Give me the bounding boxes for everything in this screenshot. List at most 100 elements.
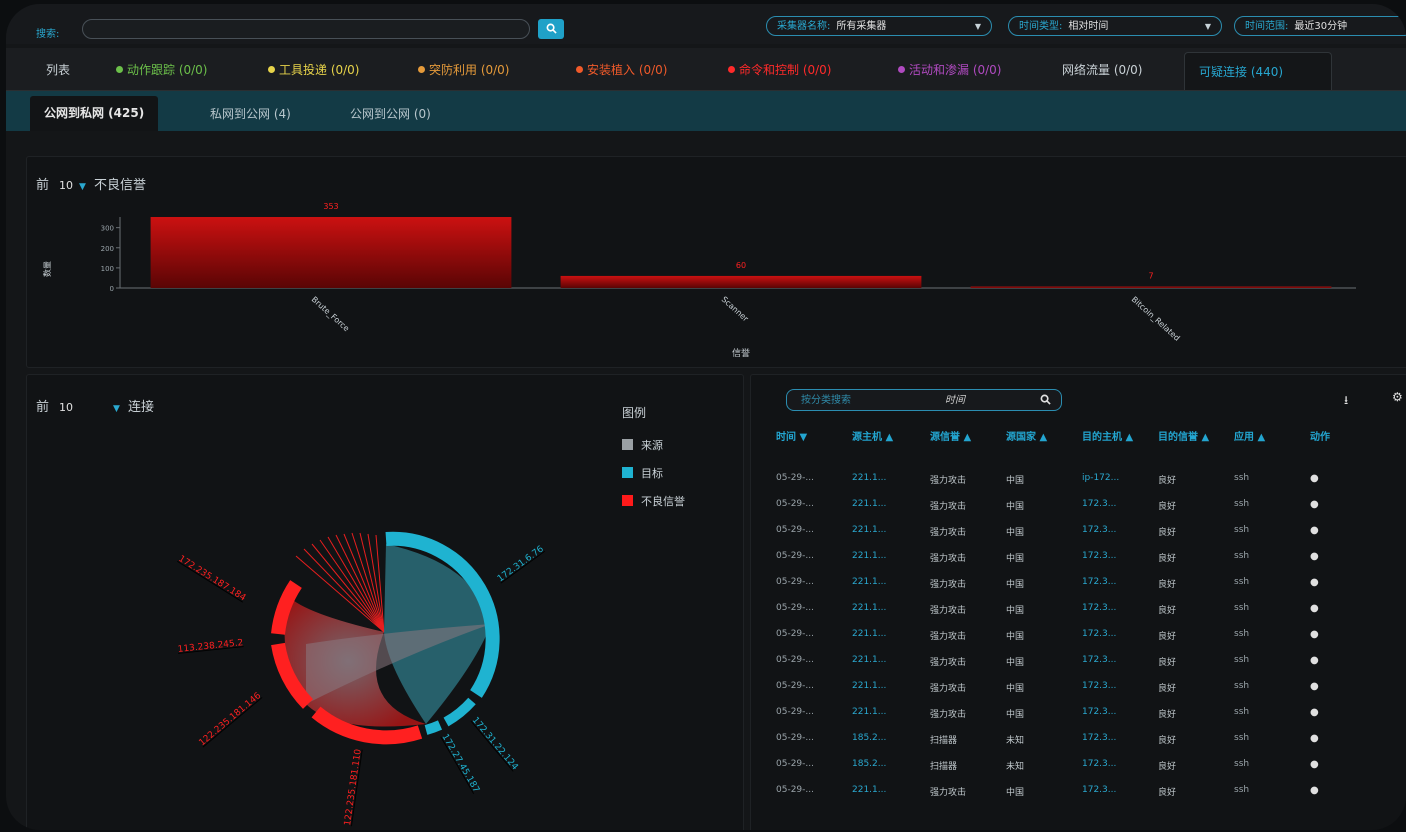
row-app: ssh	[1234, 655, 1250, 665]
chord-label-source-4[interactable]: 122.235.181.110	[343, 748, 364, 826]
column-header-app[interactable]: 应用 ▲	[1234, 431, 1294, 444]
row-source-host[interactable]: 221.1...	[852, 785, 886, 795]
chord-diagram: 172.31.6.76 172.235.187.184 113.238.245.…	[176, 531, 546, 826]
row-source-country: 未知	[1006, 736, 1025, 746]
row-app: ssh	[1234, 707, 1250, 717]
chord-label-source-1[interactable]: 172.235.187.184	[176, 554, 247, 604]
row-source-reputation: 强力攻击	[930, 502, 967, 512]
table-row[interactable]: 05-29-... 221.1... 强力攻击 中国 172.3... 良好 ssh ●	[766, 700, 1406, 726]
row-dest-host[interactable]: 172.3...	[1082, 551, 1116, 561]
row-dest-host[interactable]: 172.3...	[1082, 759, 1116, 769]
row-source-reputation: 强力攻击	[930, 658, 967, 668]
row-dest-host[interactable]: 172.3...	[1082, 577, 1116, 587]
info-icon[interactable]: ●	[1310, 785, 1319, 796]
info-icon[interactable]: ●	[1310, 707, 1319, 718]
column-header-time[interactable]: 时间 ▼	[776, 431, 836, 444]
info-icon[interactable]: ●	[1310, 551, 1319, 562]
column-header-source-country[interactable]: 源国家 ▲	[1006, 431, 1056, 444]
table-search-field[interactable]: 时间	[945, 390, 965, 412]
column-header-source-reputation[interactable]: 源信誉 ▲	[930, 431, 980, 444]
table-row[interactable]: 05-29-... 221.1... 强力攻击 中国 172.3... 良好 ssh ●	[766, 674, 1406, 700]
table-row[interactable]: 05-29-... 185.2... 扫描器 未知 172.3... 良好 ssh ●	[766, 726, 1406, 752]
row-source-host[interactable]: 221.1...	[852, 473, 886, 483]
row-time: 05-29-...	[776, 785, 814, 795]
gear-icon[interactable]: ⚙	[1392, 390, 1403, 404]
info-icon[interactable]: ●	[1310, 759, 1319, 770]
row-dest-host[interactable]: 172.3...	[1082, 525, 1116, 535]
row-dest-reputation: 良好	[1158, 762, 1177, 772]
info-icon[interactable]: ●	[1310, 629, 1319, 640]
column-header-action: 动作	[1310, 432, 1330, 443]
row-source-host[interactable]: 221.1...	[852, 655, 886, 665]
table-row[interactable]: 05-29-... 221.1... 强力攻击 中国 172.3... 良好 ssh ●	[766, 544, 1406, 570]
row-source-country: 中国	[1006, 658, 1025, 668]
row-source-host[interactable]: 221.1...	[852, 681, 886, 691]
search-icon[interactable]	[1040, 390, 1051, 412]
table-row[interactable]: 05-29-... 221.1... 强力攻击 中国 172.3... 良好 ssh ●	[766, 570, 1406, 596]
row-source-host[interactable]: 221.1...	[852, 629, 886, 639]
row-dest-reputation: 良好	[1158, 476, 1177, 486]
row-source-host[interactable]: 185.2...	[852, 733, 886, 743]
table-row[interactable]: 05-29-... 221.1... 强力攻击 中国 172.3... 良好 ssh ●	[766, 596, 1406, 622]
row-dest-reputation: 良好	[1158, 580, 1177, 590]
row-dest-reputation: 良好	[1158, 528, 1177, 538]
column-header-dest-host[interactable]: 目的主机 ▲	[1082, 431, 1142, 444]
row-source-country: 中国	[1006, 606, 1025, 616]
row-source-host[interactable]: 221.1...	[852, 551, 886, 561]
row-time: 05-29-...	[776, 681, 814, 691]
column-header-dest-reputation[interactable]: 目的信誉 ▲	[1158, 431, 1218, 444]
chord-label-target-3[interactable]: 172.27.45.187	[439, 733, 481, 795]
row-source-reputation: 强力攻击	[930, 710, 967, 720]
row-time: 05-29-...	[776, 733, 814, 743]
download-icon[interactable]: ⭳	[1344, 391, 1348, 412]
row-time: 05-29-...	[776, 603, 814, 613]
row-source-host[interactable]: 221.1...	[852, 707, 886, 717]
table-row[interactable]: 05-29-... 185.2... 扫描器 未知 172.3... 良好 ssh ●	[766, 752, 1406, 778]
row-time: 05-29-...	[776, 629, 814, 639]
info-icon[interactable]: ●	[1310, 655, 1319, 666]
row-source-reputation: 强力攻击	[930, 476, 967, 486]
row-source-reputation: 强力攻击	[930, 528, 967, 538]
x-tick-label: Bitcoin_Related	[1130, 295, 1182, 343]
table-row[interactable]: 05-29-... 221.1... 强力攻击 中国 172.3... 良好 ssh ●	[766, 492, 1406, 518]
row-dest-host[interactable]: ip-172...	[1082, 473, 1119, 483]
row-dest-host[interactable]: 172.3...	[1082, 629, 1116, 639]
row-source-host[interactable]: 221.1...	[852, 499, 886, 509]
row-app: ssh	[1234, 759, 1250, 769]
row-source-host[interactable]: 221.1...	[852, 603, 886, 613]
chord-label-target-1[interactable]: 172.31.6.76	[496, 544, 546, 584]
row-dest-host[interactable]: 172.3...	[1082, 499, 1116, 509]
row-time: 05-29-...	[776, 473, 814, 483]
table-search-input[interactable]: 按分类搜索 时间	[786, 389, 1062, 411]
chord-label-source-3[interactable]: 122.235.181.146	[198, 691, 264, 749]
table-row[interactable]: 05-29-... 221.1... 强力攻击 中国 172.3... 良好 ssh ●	[766, 622, 1406, 648]
info-icon[interactable]: ●	[1310, 681, 1319, 692]
row-dest-host[interactable]: 172.3...	[1082, 785, 1116, 795]
row-source-host[interactable]: 185.2...	[852, 759, 886, 769]
chord-label-source-2[interactable]: 113.238.245.2	[177, 638, 244, 655]
info-icon[interactable]: ●	[1310, 603, 1319, 614]
info-icon[interactable]: ●	[1310, 473, 1319, 484]
row-source-host[interactable]: 221.1...	[852, 577, 886, 587]
row-dest-host[interactable]: 172.3...	[1082, 603, 1116, 613]
info-icon[interactable]: ●	[1310, 525, 1319, 536]
table-row[interactable]: 05-29-... 221.1... 强力攻击 中国 172.3... 良好 ssh ●	[766, 518, 1406, 544]
info-icon[interactable]: ●	[1310, 733, 1319, 744]
row-dest-host[interactable]: 172.3...	[1082, 707, 1116, 717]
info-icon[interactable]: ●	[1310, 577, 1319, 588]
table-row[interactable]: 05-29-... 221.1... 强力攻击 中国 ip-172... 良好 ssh ●	[766, 466, 1406, 492]
column-header-source-host[interactable]: 源主机 ▲	[852, 431, 902, 444]
row-dest-host[interactable]: 172.3...	[1082, 681, 1116, 691]
row-dest-host[interactable]: 172.3...	[1082, 733, 1116, 743]
row-time: 05-29-...	[776, 499, 814, 509]
info-icon[interactable]: ●	[1310, 499, 1319, 510]
row-time: 05-29-...	[776, 551, 814, 561]
chord-label-target-2[interactable]: 172.31.22.124	[470, 716, 520, 773]
table-row[interactable]: 05-29-... 221.1... 强力攻击 中国 172.3... 良好 ssh ●	[766, 648, 1406, 674]
row-dest-host[interactable]: 172.3...	[1082, 655, 1116, 665]
row-source-country: 中国	[1006, 502, 1025, 512]
table-row[interactable]: 05-29-... 221.1... 强力攻击 中国 172.3... 良好 ssh ●	[766, 778, 1406, 804]
row-app: ssh	[1234, 499, 1250, 509]
row-source-host[interactable]: 221.1...	[852, 525, 886, 535]
row-source-country: 中国	[1006, 580, 1025, 590]
